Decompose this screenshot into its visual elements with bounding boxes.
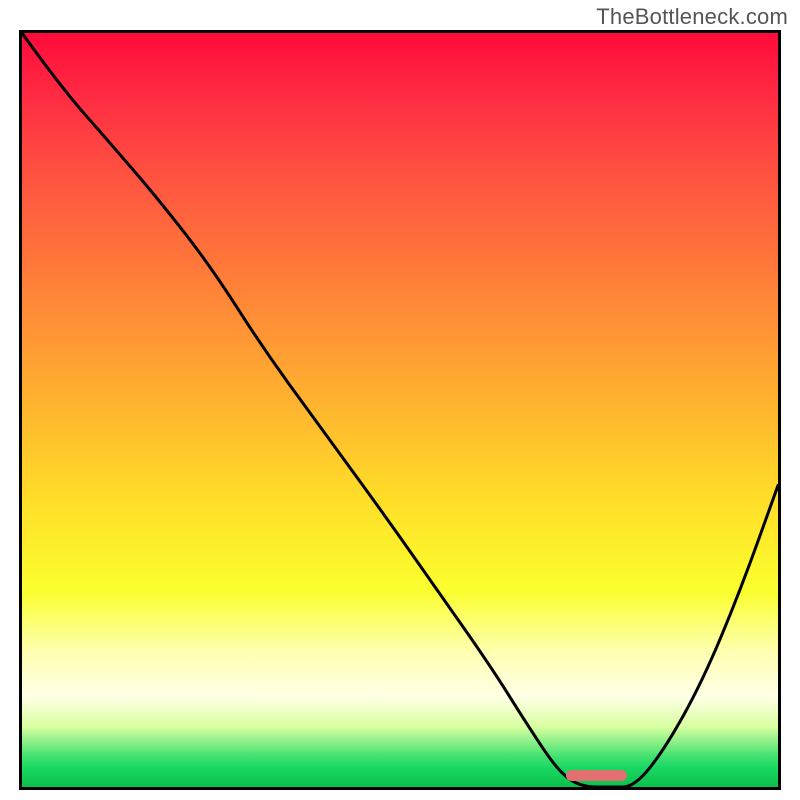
chart-container: TheBottleneck.com <box>0 0 800 800</box>
watermark-text: TheBottleneck.com <box>596 4 788 30</box>
plot-frame <box>19 30 781 790</box>
gradient-background <box>22 33 778 787</box>
optimal-marker <box>566 770 626 781</box>
